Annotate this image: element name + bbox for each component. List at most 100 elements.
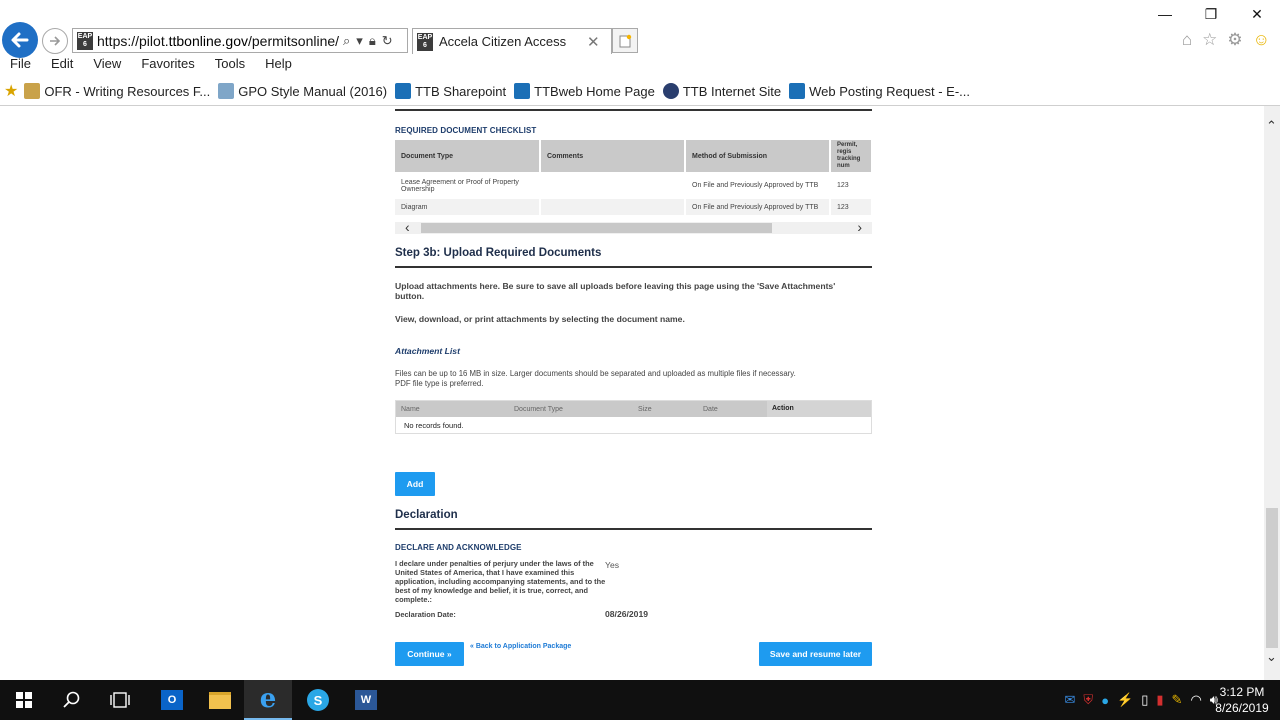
folder-icon [209,691,231,709]
col-size[interactable]: Size [638,406,703,413]
vertical-scrollbar[interactable]: ⌃ ⌄ [1264,106,1280,680]
taskbar-outlook[interactable]: O [148,680,196,720]
url-text[interactable]: https://pilot.ttbonline.gov/permitsonlin… [97,33,339,49]
browser-toolbar-icons: ⌂ ☆ ⚙ ☺ [1182,30,1270,50]
refresh-icon[interactable]: ↻ [382,33,393,49]
link-icon [218,83,235,99]
favorites-star-icon[interactable]: ☆ [1202,30,1217,50]
scroll-thumb[interactable] [421,223,772,233]
wifi-icon[interactable]: ◠ [1190,692,1201,708]
menu-favorites[interactable]: Favorites [131,56,204,76]
col-name[interactable]: Name [396,406,514,413]
cell-method: On File and Previously Approved by TTB [685,172,831,199]
back-button[interactable] [2,22,38,58]
favorite-label: TTBweb Home Page [534,83,655,99]
smiley-feedback-icon[interactable]: ☺ [1253,30,1270,50]
scroll-left-icon[interactable]: ‹ [405,219,410,235]
url-host: ttbonline.gov [168,32,248,49]
cell-method: On File and Previously Approved by TTB [685,199,831,215]
taskbar-skype[interactable]: S [294,680,342,720]
task-view-button[interactable] [96,680,144,720]
tab-eap-icon: EAP 6 [417,32,433,51]
menu-view[interactable]: View [83,56,131,76]
mcafee-shield-icon[interactable]: ⛨ [1083,692,1093,708]
clock-time: 3:12 PM [1219,685,1265,699]
declaration-date-label: Declaration Date: [395,610,456,619]
menu-tools[interactable]: Tools [205,56,255,76]
table-row: Diagram On File and Previously Approved … [395,199,873,215]
new-tab-icon [619,34,632,47]
declaration-title: Declaration [395,509,458,521]
favorite-gpo[interactable]: GPO Style Manual (2016) [218,83,387,99]
eap-badge-icon: EAP 6 [77,31,93,50]
col-date[interactable]: Date [703,406,767,413]
menu-file[interactable]: File [0,56,41,76]
taskbar-internet-explorer[interactable]: e [244,680,292,720]
search-icon [63,691,80,708]
taskbar-word[interactable]: W [342,680,390,720]
scroll-thumb[interactable] [1266,508,1278,648]
sharepoint-icon [395,83,412,99]
favorite-web-posting[interactable]: Web Posting Request - E-... [789,83,970,99]
dropdown-icon[interactable]: ▾ [356,33,363,49]
usb-icon[interactable]: ▯ [1141,692,1148,708]
system-clock[interactable]: 3:12 PM 8/26/2019 [1212,684,1272,716]
close-window-icon[interactable]: ✕ [1234,0,1280,28]
clock-date: 8/26/2019 [1215,701,1269,715]
browser-tab[interactable]: EAP 6 Accela Citizen Access ✕ [412,28,612,54]
col-comments[interactable]: Comments [540,140,686,172]
outlook-tray-icon[interactable]: ✉ [1065,692,1076,708]
cell-document-type: Diagram [395,199,541,215]
task-view-icon [110,692,130,708]
horizontal-scrollbar[interactable]: ‹ › [395,219,872,235]
col-document-type[interactable]: Document Type [395,140,541,172]
col-permit[interactable]: Permit, regis tracking num [830,140,873,172]
save-resume-button[interactable]: Save and resume later [759,642,872,666]
minimize-icon[interactable]: — [1142,0,1188,28]
new-tab-button[interactable] [612,28,638,53]
add-favorite-star-icon[interactable]: ★ [4,81,18,101]
url-prefix: https://pilot. [97,32,169,49]
cell-permit: 123 [830,172,873,199]
scroll-down-icon[interactable]: ⌄ [1266,649,1277,665]
search-taskbar-button[interactable] [48,680,96,720]
menu-bar: File Edit View Favorites Tools Help [0,56,302,76]
declaration-statement: I declare under penalties of perjury und… [395,559,606,604]
menu-edit[interactable]: Edit [41,56,83,76]
favorite-ttb-sharepoint[interactable]: TTB Sharepoint [395,83,506,99]
taskbar-file-explorer[interactable] [196,680,244,720]
tab-title: Accela Citizen Access [439,34,567,49]
continue-button[interactable]: Continue » [395,642,464,666]
back-to-application-link[interactable]: « Back to Application Package [470,643,571,650]
gear-icon[interactable]: ⚙ [1227,30,1242,50]
section-rule [395,266,872,268]
lock-icon[interactable]: 🔒︎ [369,33,376,49]
scroll-right-icon[interactable]: › [857,219,862,235]
favorite-ttbweb[interactable]: TTBweb Home Page [514,83,655,99]
system-tray: ✉ ⛨ ● ⚡ ▯ ▮ ✎ ◠ 🔊︎ [1065,680,1218,720]
add-button[interactable]: Add [395,472,435,496]
restore-icon[interactable]: ❐ [1188,0,1234,28]
menu-help[interactable]: Help [255,56,302,76]
search-icon[interactable]: ⌕ [343,33,350,49]
page-content: REQUIRED DOCUMENT CHECKLIST Document Typ… [0,106,1264,680]
home-icon[interactable]: ⌂ [1182,30,1192,50]
outlook-icon: O [161,690,183,710]
window-controls: — ❐ ✕ [1140,0,1280,30]
scroll-up-icon[interactable]: ⌃ [1266,118,1277,134]
checklist-table: Document Type Comments Method of Submiss… [395,140,873,215]
network-plug-icon[interactable]: ⚡ [1117,692,1133,708]
col-method[interactable]: Method of Submission [685,140,831,172]
address-bar[interactable]: EAP 6 https://pilot.ttbonline.gov/permit… [72,28,408,53]
favorite-ofr[interactable]: OFR - Writing Resources F... [24,83,210,99]
pen-icon[interactable]: ✎ [1172,692,1183,708]
skype-tray-icon[interactable]: ● [1101,693,1109,708]
forward-button[interactable] [42,28,68,54]
tab-close-icon[interactable]: ✕ [587,33,600,51]
col-doc-type[interactable]: Document Type [514,406,638,413]
favorite-ttb-internet[interactable]: TTB Internet Site [662,83,781,99]
taskbar: O e S W ✉ ⛨ ● ⚡ ▯ ▮ ✎ ◠ 🔊︎ 3:12 PM 8/26/… [0,680,1280,720]
internet-explorer-icon: e [259,684,277,714]
start-button[interactable] [0,680,48,720]
battery-icon[interactable]: ▮ [1156,692,1163,708]
